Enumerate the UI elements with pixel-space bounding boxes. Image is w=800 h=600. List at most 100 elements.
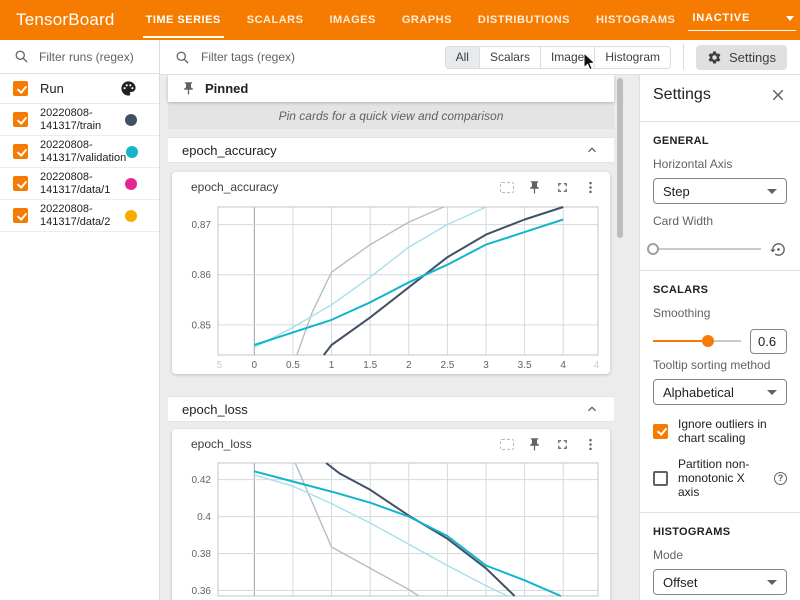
fit-to-domain-icon[interactable]	[500, 439, 514, 450]
svg-text:4: 4	[594, 360, 600, 371]
filter-chip-all[interactable]: All	[446, 47, 480, 68]
chevron-up-icon[interactable]	[584, 142, 600, 158]
run-checkbox[interactable]	[13, 208, 28, 223]
filter-runs-row	[0, 40, 159, 74]
histogram-mode-select[interactable]: Offset	[653, 569, 787, 595]
svg-text:3: 3	[483, 360, 489, 371]
run-color-dot[interactable]	[125, 178, 137, 190]
section-title: epoch_loss	[182, 402, 248, 417]
ignore-outliers-label: Ignore outliers in chart scaling	[678, 417, 787, 445]
more-options-icon[interactable]	[583, 437, 598, 452]
tab-scalars[interactable]: SCALARS	[234, 0, 317, 40]
palette-icon[interactable]	[120, 80, 137, 97]
run-row-train[interactable]: 20220808- 141317/train	[0, 104, 159, 136]
tags-toolbar: All Scalars Image Histogram Settings	[160, 40, 800, 75]
run-label-line1: 20220808-	[40, 107, 93, 119]
run-label-line2: 141317/train	[40, 120, 101, 132]
epoch-accuracy-chart[interactable]: 0.850.860.87500.511.522.533.544	[172, 202, 610, 374]
tooltip-sorting-select[interactable]: Alphabetical	[653, 379, 787, 405]
tab-distributions[interactable]: DISTRIBUTIONS	[465, 0, 583, 40]
help-icon[interactable]: ?	[774, 472, 787, 485]
run-color-dot[interactable]	[125, 114, 137, 126]
fullscreen-icon[interactable]	[555, 180, 570, 195]
select-all-runs-checkbox[interactable]	[13, 81, 28, 96]
tab-images[interactable]: IMAGES	[316, 0, 388, 40]
tab-time-series[interactable]: TIME SERIES	[133, 0, 234, 40]
run-checkbox[interactable]	[13, 176, 28, 191]
filter-chip-image[interactable]: Image	[541, 47, 595, 68]
smoothing-slider[interactable]	[653, 340, 741, 342]
partition-x-checkbox[interactable]	[653, 471, 668, 486]
smoothing-label: Smoothing	[653, 306, 787, 320]
search-icon	[14, 49, 29, 64]
horizontal-axis-select[interactable]: Step	[653, 178, 787, 204]
settings-panel: Settings GENERAL Horizontal Axis Step Ca…	[639, 75, 800, 600]
svg-text:0.5: 0.5	[286, 360, 300, 371]
run-label-line2: 141317/data/2	[40, 216, 110, 228]
run-checkbox[interactable]	[13, 112, 28, 127]
svg-text:2: 2	[406, 360, 412, 371]
svg-text:2.5: 2.5	[440, 360, 454, 371]
fit-to-domain-icon[interactable]	[500, 182, 514, 193]
card-width-label: Card Width	[653, 214, 787, 228]
chevron-down-icon	[767, 189, 777, 194]
app-header: TensorBoard TIME SERIES SCALARS IMAGES G…	[0, 0, 800, 40]
tooltip-sorting-value: Alphabetical	[663, 385, 734, 400]
close-icon[interactable]	[769, 86, 787, 104]
chevron-up-icon[interactable]	[584, 401, 600, 417]
run-row-validation[interactable]: 20220808- 141317/validation	[0, 136, 159, 168]
ignore-outliers-checkbox[interactable]	[653, 424, 668, 439]
pin-card-icon[interactable]	[527, 437, 542, 452]
smoothing-value-input[interactable]: 0.6	[750, 329, 787, 354]
settings-button[interactable]: Settings	[696, 45, 787, 70]
scalars-heading: SCALARS	[653, 284, 787, 296]
svg-text:0.87: 0.87	[192, 220, 212, 231]
tab-histograms[interactable]: HISTOGRAMS	[583, 0, 688, 40]
section-title: epoch_accuracy	[182, 143, 277, 158]
slider-knob[interactable]	[647, 243, 659, 255]
filter-chip-histogram[interactable]: Histogram	[595, 47, 670, 68]
filter-runs-input[interactable]	[37, 49, 149, 65]
run-checkbox[interactable]	[13, 144, 28, 159]
tooltip-sorting-label: Tooltip sorting method	[653, 358, 787, 372]
run-status-value: INACTIVE	[692, 12, 750, 24]
epoch-loss-chart[interactable]: 0.420.40.380.36	[172, 459, 610, 600]
settings-panel-title: Settings	[653, 86, 769, 104]
filter-chip-scalars[interactable]: Scalars	[480, 47, 541, 68]
search-icon	[175, 50, 190, 65]
cards-scroll-area[interactable]: Pinned Pin cards for a quick view and co…	[160, 75, 639, 600]
run-label-line1: 20220808-	[40, 139, 93, 151]
run-row-data-2[interactable]: 20220808- 141317/data/2	[0, 200, 159, 232]
svg-text:0.86: 0.86	[192, 270, 212, 281]
pin-hint-strip: Pin cards for a quick view and compariso…	[168, 102, 614, 129]
horizontal-axis-value: Step	[663, 184, 690, 199]
run-row-data-1[interactable]: 20220808- 141317/data/1	[0, 168, 159, 200]
section-header-epoch-accuracy[interactable]: epoch_accuracy	[168, 137, 614, 163]
more-options-icon[interactable]	[583, 180, 598, 195]
reset-icon[interactable]	[770, 241, 787, 258]
histogram-mode-label: Mode	[653, 548, 787, 562]
pin-hint-text: Pin cards for a quick view and compariso…	[279, 109, 504, 123]
main-scrollbar[interactable]	[617, 78, 623, 238]
pin-icon	[181, 81, 196, 96]
run-label-line1: 20220808-	[40, 203, 93, 215]
tensorboard-logo: TensorBoard	[0, 0, 133, 40]
fullscreen-icon[interactable]	[555, 437, 570, 452]
run-label-line2: 141317/data/1	[40, 184, 110, 196]
run-status-select[interactable]: INACTIVE	[688, 9, 796, 31]
pin-card-icon[interactable]	[527, 180, 542, 195]
section-header-epoch-loss[interactable]: epoch_loss	[168, 396, 614, 422]
tab-graphs[interactable]: GRAPHS	[389, 0, 465, 40]
run-label-line2: 141317/validation	[40, 152, 126, 164]
pinned-header: Pinned	[168, 75, 614, 102]
run-label-line1: 20220808-	[40, 171, 93, 183]
histogram-mode-value: Offset	[663, 575, 697, 590]
slider-knob[interactable]	[702, 335, 714, 347]
run-color-dot[interactable]	[126, 146, 138, 158]
settings-button-label: Settings	[729, 50, 776, 65]
chevron-down-icon	[767, 390, 777, 395]
run-color-dot[interactable]	[125, 210, 137, 222]
filter-tags-input[interactable]	[199, 49, 311, 65]
tag-type-filter-group: All Scalars Image Histogram	[445, 46, 671, 69]
card-width-slider[interactable]	[653, 248, 761, 250]
